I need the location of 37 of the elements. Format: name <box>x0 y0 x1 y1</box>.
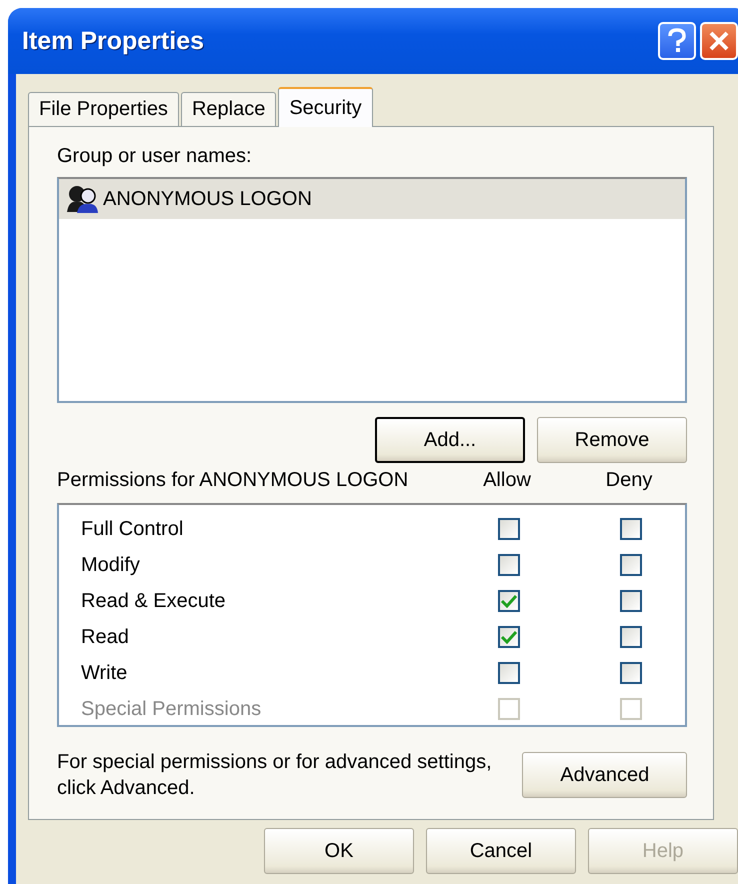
checkbox[interactable] <box>620 518 642 540</box>
checkbox[interactable] <box>498 554 520 576</box>
column-header: Deny <box>604 468 654 493</box>
help-icon <box>666 28 688 54</box>
checkbox[interactable] <box>498 518 520 540</box>
window-title: Item Properties <box>22 26 204 56</box>
permissions-label: Permissions for ANONYMOUS LOGON <box>57 468 410 493</box>
dialog-button[interactable]: Remove <box>537 417 687 463</box>
checkbox[interactable] <box>498 590 520 612</box>
checkbox[interactable] <box>498 626 520 648</box>
permission-name: Write <box>81 662 128 684</box>
permission-name: Read <box>81 626 130 648</box>
user-name: ANONYMOUS LOGON <box>103 188 312 210</box>
permission-name: Special Permissions <box>81 698 262 720</box>
dialog-button[interactable]: OK <box>264 828 414 874</box>
close-button[interactable] <box>700 22 738 60</box>
dialog-button[interactable]: Cancel <box>426 828 576 874</box>
checkbox[interactable] <box>620 590 642 612</box>
dialog-button[interactable]: Add... <box>375 417 525 463</box>
permission-name: Modify <box>81 554 141 576</box>
tab[interactable]: Security <box>278 87 373 127</box>
help-button[interactable] <box>658 22 696 60</box>
checkbox[interactable] <box>620 626 642 648</box>
tab[interactable]: File Properties <box>28 92 179 126</box>
close-icon <box>708 30 730 52</box>
tab[interactable]: Replace <box>180 92 276 126</box>
checkbox[interactable] <box>620 554 642 576</box>
permission-name: Full Control <box>81 518 184 540</box>
checkbox[interactable] <box>620 662 642 684</box>
advanced-button[interactable]: Advanced <box>522 752 687 798</box>
checkbox[interactable] <box>498 662 520 684</box>
users-icon <box>65 184 99 214</box>
user-list-item[interactable]: ANONYMOUS LOGON <box>59 179 685 219</box>
user-list-label: Group or user names: <box>57 145 253 169</box>
advanced-hint: For special permissions or for advanced settings, click Advanced. <box>57 750 493 801</box>
column-header: Allow <box>482 468 532 493</box>
permission-name: Read & Execute <box>81 590 227 612</box>
